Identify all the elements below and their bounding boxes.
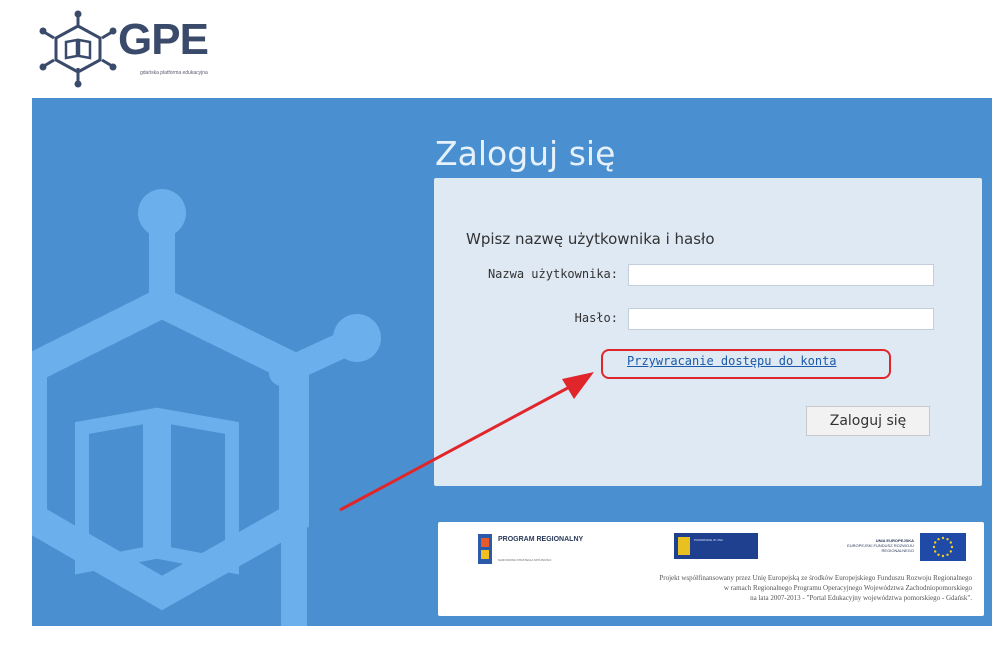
funding-line: w ramach Regionalnego Programu Operacyjn… — [723, 584, 972, 592]
login-heading: Wpisz nazwę użytkownika i hasło — [466, 230, 715, 248]
funding-line: Projekt współfinansowany przez Unię Euro… — [659, 574, 972, 582]
login-panel: Wpisz nazwę użytkownika i hasło Nazwa uż… — [434, 178, 982, 486]
eu-subtitle: EUROPEJSKI FUNDUSZ ROZWOJU REGIONALNEGO — [847, 543, 914, 553]
hexagon-book-logo-icon — [39, 10, 117, 88]
logo-subtitle: gdańska platforma edukacyjna — [140, 70, 208, 76]
username-label: Nazwa użytkownika: — [487, 267, 618, 281]
login-title: Zaloguj się — [435, 134, 616, 173]
recover-account-link[interactable]: Przywracanie dostępu do konta — [627, 354, 837, 368]
hexagon-book-graphic-icon — [32, 189, 381, 626]
pomorskie-text: POMORSKIE W UNII — [694, 538, 723, 542]
program-title: PROGRAM REGIONALNY — [498, 536, 584, 543]
header: GPE gdańska platforma edukacyjna — [0, 0, 1000, 98]
program-regionalny-logo: PROGRAM REGIONALNY NARODOWA STRATEGIA SP… — [478, 534, 588, 568]
pomorskie-logo: POMORSKIE W UNII — [674, 533, 758, 559]
eu-flag-icon — [920, 533, 966, 561]
login-page-area: Zaloguj się Wpisz nazwę użytkownika i ha… — [32, 98, 992, 626]
password-label: Hasło: — [574, 311, 618, 325]
password-field[interactable] — [628, 308, 934, 330]
logo-text: GPE — [118, 15, 209, 64]
program-flag-icon — [478, 534, 492, 564]
username-field[interactable] — [628, 264, 934, 286]
funding-banner: PROGRAM REGIONALNY NARODOWA STRATEGIA SP… — [438, 522, 984, 616]
eu-label: UNIA EUROPEJSKA EUROPEJSKI FUNDUSZ ROZWO… — [818, 538, 914, 553]
funding-text: Projekt współfinansowany przez Unię Euro… — [478, 573, 972, 603]
funding-line: na lata 2007-2013 - "Portal Edukacyjny w… — [750, 594, 972, 602]
program-subtitle: NARODOWA STRATEGIA SPÓJNOŚCI — [498, 558, 552, 562]
griffin-crest-icon — [678, 537, 690, 555]
login-button[interactable]: Zaloguj się — [806, 406, 930, 436]
